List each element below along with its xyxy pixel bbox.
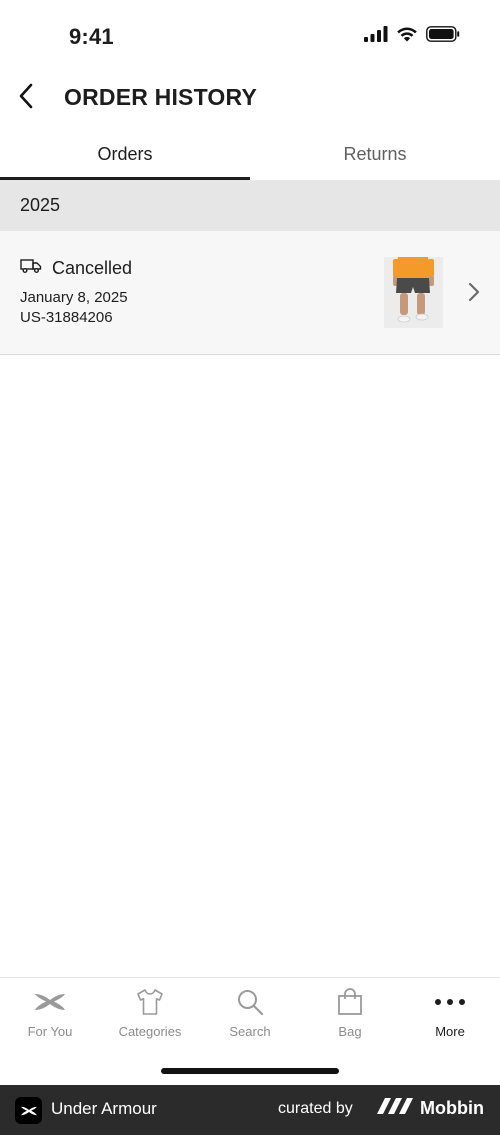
mobbin-brand: Mobbin <box>376 1097 484 1120</box>
back-button[interactable] <box>8 80 44 116</box>
home-indicator <box>161 1068 339 1074</box>
chevron-left-icon <box>17 82 35 115</box>
nav-label: Search <box>229 1024 271 1039</box>
product-thumbnail <box>384 257 443 328</box>
nav-item-categories[interactable]: Categories <box>100 978 200 1048</box>
tab-bar: Orders Returns <box>0 128 500 180</box>
order-date: January 8, 2025 <box>20 289 128 306</box>
status-bar: 9:41 <box>0 0 500 72</box>
mobbin-logo-icon <box>376 1097 414 1120</box>
bag-icon <box>337 988 363 1016</box>
nav-label: More <box>435 1024 465 1039</box>
nav-item-search[interactable]: Search <box>200 978 300 1048</box>
wifi-icon <box>396 26 418 47</box>
signal-icon <box>364 26 388 47</box>
nav-item-more[interactable]: More <box>400 978 500 1048</box>
nav-label: For You <box>27 1024 73 1039</box>
footer-banner: Under Armour curated by Mobbin <box>0 1085 500 1135</box>
year-section-header: 2025 <box>0 180 500 231</box>
shirt-icon <box>135 988 165 1016</box>
status-icons <box>364 26 460 47</box>
order-status-label: Cancelled <box>52 258 133 278</box>
footer-curated-by: curated by <box>278 1100 353 1117</box>
page-title: ORDER HISTORY <box>64 84 258 110</box>
bottom-nav: For You Categories Search Bag More <box>0 977 500 1085</box>
year-label: 2025 <box>20 195 61 215</box>
mobbin-brand-name: Mobbin <box>420 1098 484 1118</box>
battery-icon <box>426 26 460 47</box>
nav-item-bag[interactable]: Bag <box>300 978 400 1048</box>
chevron-right-icon <box>464 280 484 304</box>
order-status: Cancelled <box>20 258 132 279</box>
tab-returns[interactable]: Returns <box>250 128 500 180</box>
nav-item-for-you[interactable]: For You <box>0 978 100 1048</box>
search-icon <box>236 988 264 1016</box>
status-time: 9:41 <box>69 24 114 49</box>
nav-label: Bag <box>338 1024 362 1039</box>
tab-orders[interactable]: Orders <box>0 128 250 180</box>
header: ORDER HISTORY <box>0 72 500 124</box>
under-armour-app-logo <box>15 1097 42 1124</box>
under-armour-logo-icon <box>33 988 67 1016</box>
order-number: US-31884206 <box>20 309 113 326</box>
truck-icon <box>20 258 42 279</box>
more-dots-icon <box>434 988 466 1016</box>
order-list-item[interactable]: Cancelled January 8, 2025 US-31884206 <box>0 231 500 355</box>
nav-label: Categories <box>118 1024 182 1039</box>
footer-app-name: Under Armour <box>51 1099 157 1118</box>
